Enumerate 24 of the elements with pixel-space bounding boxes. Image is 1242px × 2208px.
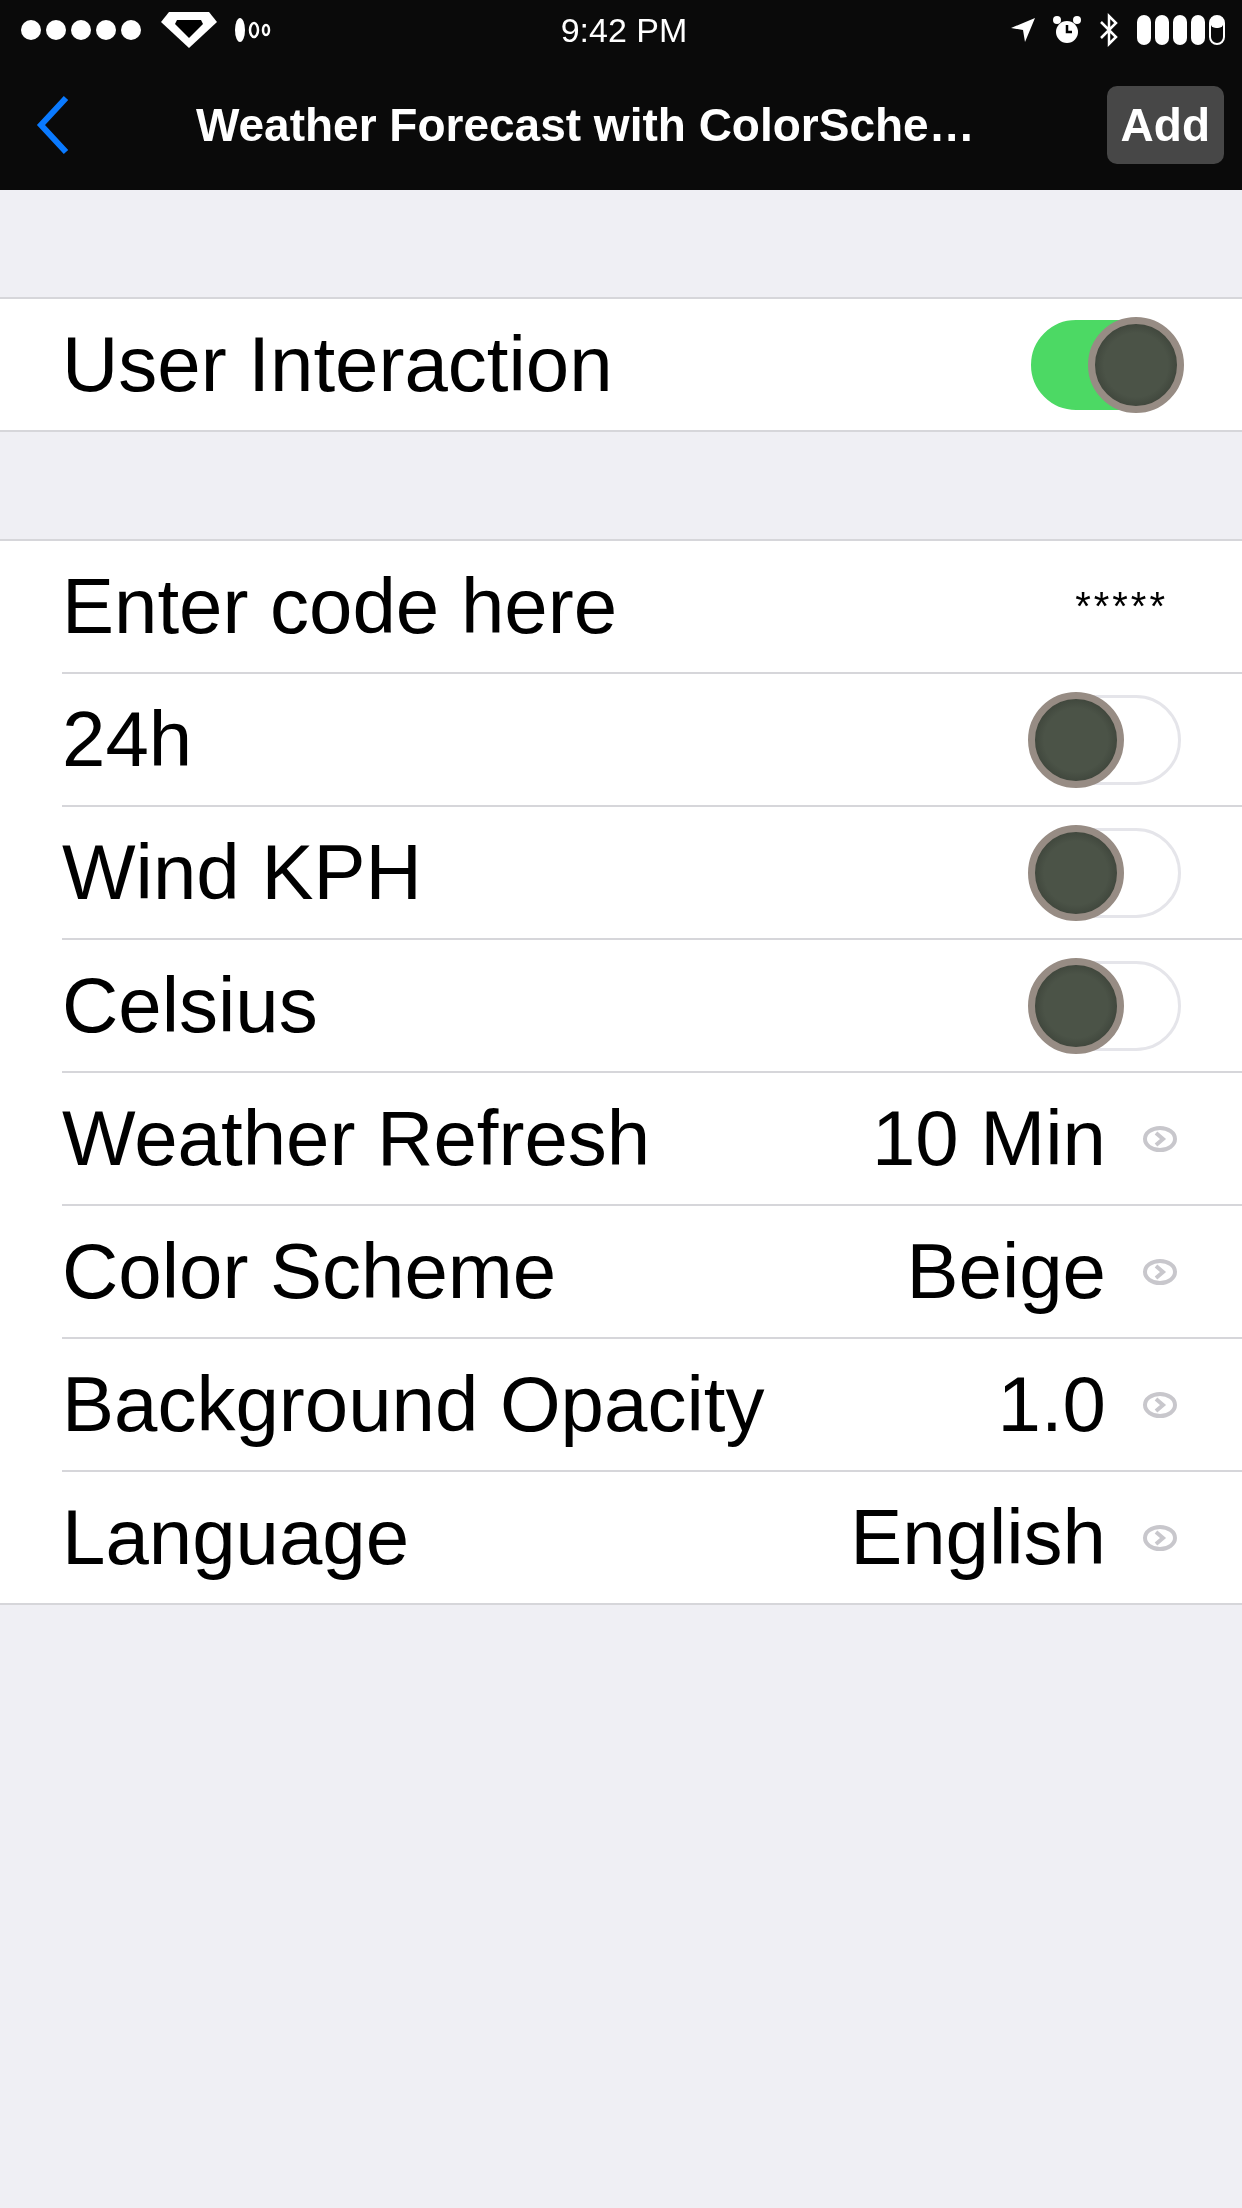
setting-label: 24h (62, 694, 194, 785)
setting-label: Wind KPH (62, 827, 423, 918)
ovals-icon (233, 16, 273, 44)
setting-label: Enter code here (62, 561, 619, 652)
setting-label: Language (62, 1492, 411, 1583)
setting-label: Background Opacity (62, 1359, 766, 1450)
setting-label: Celsius (62, 960, 319, 1051)
setting-value: 1.0 (997, 1359, 1106, 1450)
setting-label: Weather Refresh (62, 1093, 652, 1184)
location-icon (1010, 17, 1036, 43)
status-time: 9:42 PM (560, 10, 688, 50)
alarm-icon (1052, 15, 1082, 45)
chevron-left-icon (36, 95, 70, 155)
bluetooth-icon (1098, 13, 1120, 47)
shield-icon (159, 10, 219, 50)
code-field[interactable]: ***** (1075, 584, 1168, 629)
add-button[interactable]: Add (1106, 86, 1224, 164)
setting-label: Color Scheme (62, 1226, 558, 1317)
setting-value: 10 Min (871, 1093, 1106, 1184)
setting-label: User Interaction (62, 319, 614, 410)
setting-value: English (850, 1492, 1106, 1583)
setting-value: Beige (906, 1226, 1106, 1317)
nav-title: Weather Forecast with ColorSche… (194, 98, 976, 152)
battery-icon (1136, 13, 1228, 47)
